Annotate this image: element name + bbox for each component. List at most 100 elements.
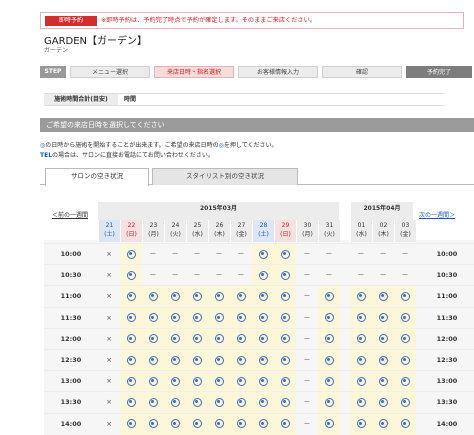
slot-available[interactable] <box>372 307 394 329</box>
slot-available[interactable] <box>186 307 208 329</box>
slot-available[interactable] <box>350 286 372 308</box>
slot-available[interactable] <box>252 265 274 287</box>
slot-available[interactable] <box>318 413 340 435</box>
slot-available[interactable] <box>350 350 372 371</box>
slot-available[interactable] <box>230 392 252 414</box>
slot-available[interactable] <box>142 413 164 435</box>
slot-available[interactable] <box>274 328 296 350</box>
slot-available[interactable] <box>208 350 230 371</box>
slot-available[interactable] <box>372 371 394 393</box>
slot-available[interactable] <box>394 286 416 308</box>
slot-available[interactable] <box>208 328 230 350</box>
slot-available[interactable] <box>120 286 142 308</box>
slot-available[interactable] <box>274 413 296 435</box>
slot-available[interactable] <box>318 371 340 393</box>
slot-available[interactable] <box>230 307 252 329</box>
slot-available[interactable] <box>394 392 416 414</box>
available-circle-icon <box>214 291 224 301</box>
slot-available[interactable] <box>230 328 252 350</box>
slot-available[interactable] <box>120 371 142 393</box>
slot-available[interactable] <box>208 307 230 329</box>
slot-available[interactable] <box>350 328 372 350</box>
slot-available[interactable] <box>164 286 186 308</box>
slot-available[interactable] <box>394 307 416 329</box>
slot-available[interactable] <box>164 392 186 414</box>
next-week-link[interactable]: 次の一週間＞ <box>419 210 455 219</box>
slot-available[interactable] <box>372 328 394 350</box>
slot-available[interactable] <box>142 371 164 393</box>
slot-available[interactable] <box>164 307 186 329</box>
slot-available[interactable] <box>274 265 296 287</box>
slot-available[interactable] <box>350 413 372 435</box>
available-circle-icon <box>192 291 202 301</box>
slot-available[interactable] <box>120 265 142 287</box>
slot-available[interactable] <box>252 307 274 329</box>
slot-available[interactable] <box>164 328 186 350</box>
slot-available[interactable] <box>372 413 394 435</box>
slot-available[interactable] <box>120 413 142 435</box>
slot-available[interactable] <box>274 244 296 265</box>
slot-available[interactable] <box>372 350 394 371</box>
slot-available[interactable] <box>318 392 340 414</box>
slot-available[interactable] <box>186 350 208 371</box>
slot-available[interactable] <box>164 371 186 393</box>
slot-available[interactable] <box>350 307 372 329</box>
slot-available[interactable] <box>120 392 142 414</box>
slot-available[interactable] <box>120 328 142 350</box>
slot-available[interactable] <box>274 371 296 393</box>
slot-available[interactable] <box>186 371 208 393</box>
slot-available[interactable] <box>372 286 394 308</box>
slot-available[interactable] <box>318 286 340 308</box>
slot-available[interactable] <box>394 413 416 435</box>
slot-available[interactable] <box>350 392 372 414</box>
slot-available[interactable] <box>142 350 164 371</box>
slot-available[interactable] <box>274 307 296 329</box>
slot-available[interactable] <box>186 392 208 414</box>
slot-available[interactable] <box>252 371 274 393</box>
slot-available[interactable] <box>142 286 164 308</box>
slot-available[interactable] <box>208 371 230 393</box>
slot-available[interactable] <box>120 307 142 329</box>
slot-available[interactable] <box>208 392 230 414</box>
slot-available[interactable] <box>164 350 186 371</box>
slot-available[interactable] <box>142 307 164 329</box>
slot-available[interactable] <box>372 392 394 414</box>
slot-available[interactable] <box>318 307 340 329</box>
slot-available[interactable] <box>142 392 164 414</box>
slot-available[interactable] <box>230 286 252 308</box>
slot-available[interactable] <box>164 413 186 435</box>
slot-available[interactable] <box>186 413 208 435</box>
slot-available[interactable] <box>120 350 142 371</box>
slot-available[interactable] <box>252 244 274 265</box>
tab-salon-availability[interactable]: サロンの空き状況 <box>45 168 149 186</box>
slot-available[interactable] <box>230 371 252 393</box>
slot-available[interactable] <box>252 413 274 435</box>
slot-available[interactable] <box>252 286 274 308</box>
time-slot-row: 13:00 × － 13:00 <box>44 370 474 393</box>
slot-available[interactable] <box>186 328 208 350</box>
slot-closed: － <box>303 356 311 364</box>
slot-available[interactable] <box>252 392 274 414</box>
slot-available[interactable] <box>120 244 142 265</box>
day-header-cell: 22 (日) <box>120 220 142 242</box>
prev-week-link[interactable]: ＜前の一週間 <box>52 210 88 219</box>
step-progress: STEP メニュー選択 来店日時・指名選択 お客様情報入力 確認 予約完了 <box>40 66 472 78</box>
slot-available[interactable] <box>142 328 164 350</box>
slot-available[interactable] <box>186 286 208 308</box>
slot-available[interactable] <box>274 392 296 414</box>
slot-available[interactable] <box>274 286 296 308</box>
slot-available[interactable] <box>252 350 274 371</box>
slot-available[interactable] <box>350 371 372 393</box>
slot-available[interactable] <box>394 328 416 350</box>
slot-available[interactable] <box>318 350 340 371</box>
slot-available[interactable] <box>394 350 416 371</box>
slot-available[interactable] <box>230 350 252 371</box>
slot-available[interactable] <box>394 371 416 393</box>
slot-available[interactable] <box>252 328 274 350</box>
slot-available[interactable] <box>208 413 230 435</box>
slot-available[interactable] <box>230 413 252 435</box>
slot-available[interactable] <box>318 328 340 350</box>
tab-stylist-availability[interactable]: スタイリスト別の空き状況 <box>152 168 298 185</box>
slot-available[interactable] <box>274 350 296 371</box>
slot-available[interactable] <box>208 286 230 308</box>
